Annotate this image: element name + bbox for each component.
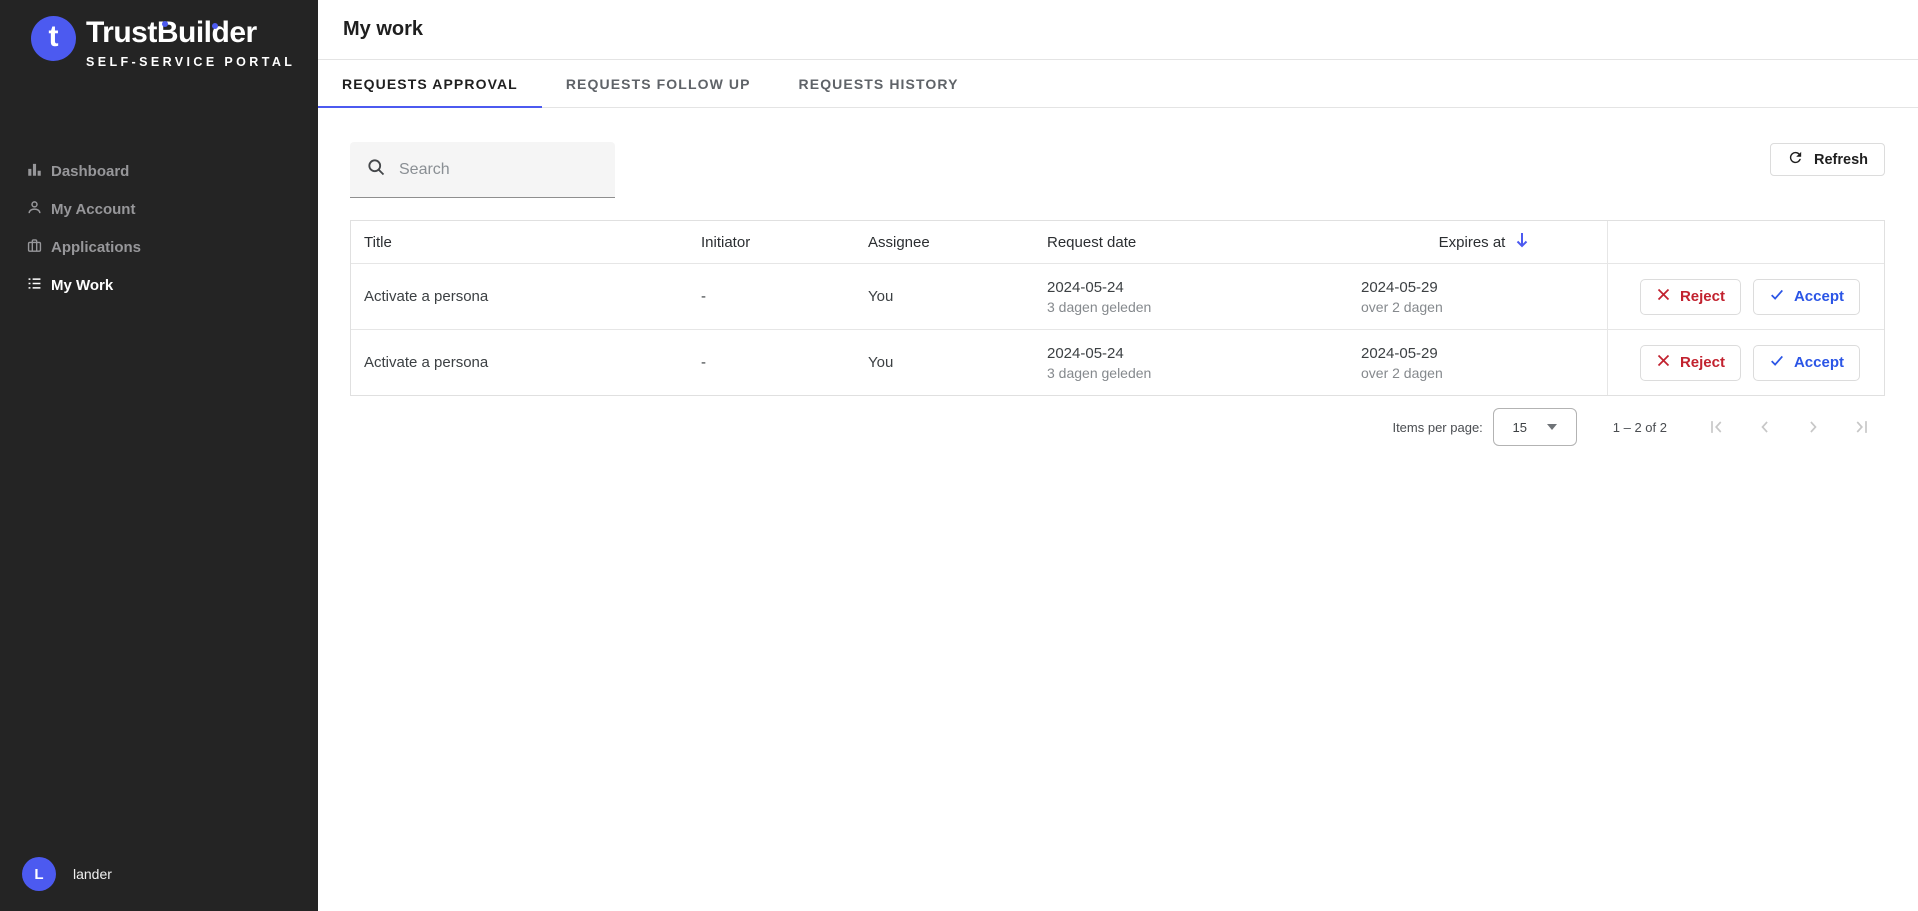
brand-name: TrustBuilder [86, 16, 295, 50]
toolbar: Refresh [350, 142, 1885, 198]
x-icon [1656, 287, 1671, 306]
paginator: Items per page: 15 1 – 2 of 2 [350, 404, 1885, 450]
accept-button[interactable]: Accept [1753, 345, 1860, 381]
brand-logo-icon: t [31, 16, 76, 61]
sidebar-item-label: My Work [51, 277, 113, 294]
tab-requests-history[interactable]: REQUESTS HISTORY [775, 60, 983, 107]
briefcase-icon [27, 238, 42, 257]
table-row[interactable]: Activate a persona - You 2024-05-24 3 da… [351, 329, 1884, 395]
cell-actions: Reject Accept [1607, 330, 1874, 395]
reject-button[interactable]: Reject [1640, 279, 1741, 315]
pager-buttons [1693, 407, 1885, 447]
page-size-select[interactable]: 15 [1493, 408, 1577, 446]
cell-request-date: 2024-05-24 3 dagen geleden [1047, 330, 1361, 395]
x-icon [1656, 353, 1671, 372]
person-icon [27, 200, 42, 219]
previous-page-button[interactable] [1741, 407, 1789, 447]
page-range-label: 1 – 2 of 2 [1613, 420, 1667, 435]
cell-initiator: - [701, 264, 868, 329]
page-title: My work [343, 18, 423, 41]
main-area: My work REQUESTS APPROVAL REQUESTS FOLLO… [318, 0, 1918, 911]
requests-table: Title Initiator Assignee Request date Ex… [350, 220, 1885, 396]
reject-label: Reject [1680, 288, 1725, 305]
next-page-button[interactable] [1789, 407, 1837, 447]
cell-initiator: - [701, 330, 868, 395]
column-header-assignee[interactable]: Assignee [868, 221, 1047, 263]
sort-descending-icon [1515, 232, 1529, 252]
column-header-request-date[interactable]: Request date [1047, 221, 1361, 263]
cell-assignee: You [868, 330, 1047, 395]
sidebar-item-label: My Account [51, 201, 135, 218]
sidebar-item-my-work[interactable]: My Work [0, 266, 318, 304]
last-page-button[interactable] [1837, 407, 1885, 447]
expires-at: 2024-05-29 [1361, 279, 1607, 296]
sidebar-item-label: Dashboard [51, 163, 129, 180]
chevron-down-icon [1547, 424, 1557, 430]
avatar: L [22, 857, 56, 891]
table-row[interactable]: Activate a persona - You 2024-05-24 3 da… [351, 263, 1884, 329]
user-name: lander [73, 866, 112, 882]
cell-expires-at: 2024-05-29 over 2 dagen [1361, 264, 1607, 329]
column-header-title[interactable]: Title [351, 221, 701, 263]
check-icon [1769, 353, 1785, 372]
sidebar: t TrustBuilder SELF-SERVICE PORTAL Dashb… [0, 0, 318, 911]
sidebar-item-label: Applications [51, 239, 141, 256]
search-box[interactable] [350, 142, 615, 198]
column-header-actions [1607, 221, 1874, 263]
cell-title: Activate a persona [351, 264, 701, 329]
tab-requests-follow-up[interactable]: REQUESTS FOLLOW UP [542, 60, 775, 107]
sidebar-item-dashboard[interactable]: Dashboard [0, 152, 318, 190]
expires-at-relative: over 2 dagen [1361, 299, 1607, 315]
cell-request-date: 2024-05-24 3 dagen geleden [1047, 264, 1361, 329]
user-chip[interactable]: L lander [22, 857, 112, 891]
bar-chart-icon [27, 162, 42, 181]
first-page-button[interactable] [1693, 407, 1741, 447]
check-icon [1769, 287, 1785, 306]
refresh-button[interactable]: Refresh [1770, 143, 1885, 176]
brand-accent-dot [212, 23, 218, 29]
column-header-label: Expires at [1439, 234, 1506, 251]
refresh-label: Refresh [1814, 152, 1868, 168]
accept-label: Accept [1794, 354, 1844, 371]
request-date: 2024-05-24 [1047, 345, 1361, 362]
sidebar-item-my-account[interactable]: My Account [0, 190, 318, 228]
brand-accent-dot [162, 21, 168, 27]
items-per-page-label: Items per page: [1392, 420, 1482, 435]
column-header-initiator[interactable]: Initiator [701, 221, 868, 263]
expires-at: 2024-05-29 [1361, 345, 1607, 362]
sidebar-item-applications[interactable]: Applications [0, 228, 318, 266]
app-window: t TrustBuilder SELF-SERVICE PORTAL Dashb… [0, 0, 1918, 911]
request-date-relative: 3 dagen geleden [1047, 365, 1361, 381]
cell-expires-at: 2024-05-29 over 2 dagen [1361, 330, 1607, 395]
brand-name-text: TrustBuilder [86, 16, 257, 49]
search-icon [366, 157, 386, 182]
page-size-value: 15 [1513, 420, 1527, 435]
tab-bar: REQUESTS APPROVAL REQUESTS FOLLOW UP REQ… [318, 60, 1918, 108]
table-body: Activate a persona - You 2024-05-24 3 da… [351, 263, 1884, 395]
brand-tagline: SELF-SERVICE PORTAL [86, 55, 295, 69]
brand-logo: t TrustBuilder SELF-SERVICE PORTAL [0, 0, 318, 69]
reject-button[interactable]: Reject [1640, 345, 1741, 381]
table-header: Title Initiator Assignee Request date Ex… [351, 221, 1884, 263]
request-date-relative: 3 dagen geleden [1047, 299, 1361, 315]
reject-label: Reject [1680, 354, 1725, 371]
list-icon [27, 276, 42, 295]
accept-label: Accept [1794, 288, 1844, 305]
sidebar-nav: Dashboard My Account Applications [0, 152, 318, 304]
cell-actions: Reject Accept [1607, 264, 1874, 329]
request-date: 2024-05-24 [1047, 279, 1361, 296]
expires-at-relative: over 2 dagen [1361, 365, 1607, 381]
cell-title: Activate a persona [351, 330, 701, 395]
content: Refresh Title Initiator Assignee Request… [318, 108, 1918, 450]
page-header: My work [318, 0, 1918, 60]
refresh-icon [1787, 149, 1804, 170]
cell-assignee: You [868, 264, 1047, 329]
search-input[interactable] [399, 161, 599, 179]
column-header-expires-at[interactable]: Expires at [1361, 221, 1607, 263]
tab-requests-approval[interactable]: REQUESTS APPROVAL [318, 60, 542, 107]
accept-button[interactable]: Accept [1753, 279, 1860, 315]
